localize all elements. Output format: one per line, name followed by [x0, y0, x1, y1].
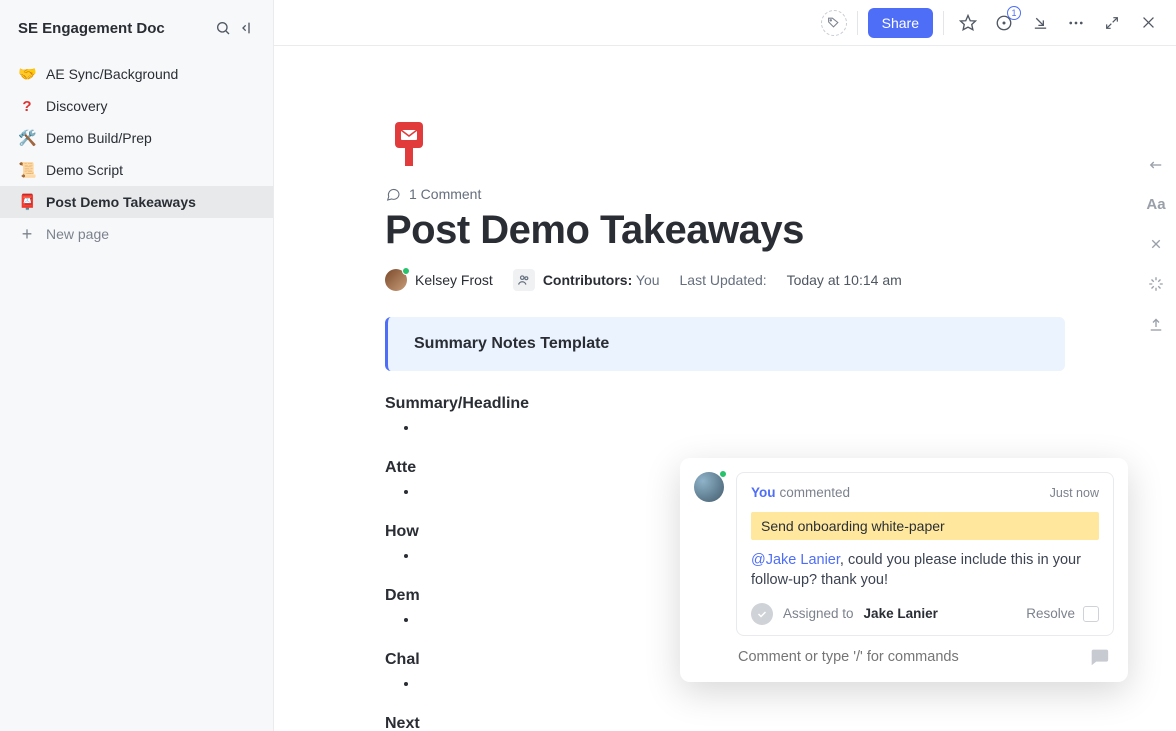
comment-popover: You commented Just now Send onboarding w…: [680, 458, 1128, 682]
tools-icon: 🛠️: [18, 129, 36, 147]
contributors-chip[interactable]: Contributors: You: [513, 269, 660, 291]
author-avatar: [385, 269, 407, 291]
resolve-control[interactable]: Resolve: [1026, 606, 1099, 622]
workspace-title: SE Engagement Doc: [18, 20, 211, 37]
sidebar-item-label: Demo Build/Prep: [46, 130, 152, 146]
sidebar: SE Engagement Doc 🤝 AE Sync/Background ?…: [0, 0, 274, 731]
assignee-name: Jake Lanier: [864, 606, 938, 621]
notification-badge: 1: [1007, 6, 1021, 20]
section-heading[interactable]: Summary/Headline: [385, 395, 1065, 413]
comment-input-row: [680, 636, 1128, 682]
sidebar-item-label: Post Demo Takeaways: [46, 194, 196, 210]
sidebar-item-label: Demo Script: [46, 162, 123, 178]
postbox-icon: 📮: [18, 193, 36, 211]
comment-timestamp: Just now: [1050, 486, 1099, 500]
page-title[interactable]: Post Demo Takeaways: [385, 208, 1065, 253]
sidebar-item-label: Discovery: [46, 98, 107, 114]
notifications-icon[interactable]: 1: [990, 9, 1018, 37]
main: Share 1: [274, 0, 1176, 731]
collapse-sidebar-icon[interactable]: [235, 16, 259, 40]
sidebar-item-demo-script[interactable]: 📜 Demo Script: [0, 154, 273, 186]
author-name: Kelsey Frost: [415, 272, 493, 288]
online-indicator: [402, 267, 410, 275]
comment-count[interactable]: 1 Comment: [385, 186, 1065, 202]
sidebar-nav: 🤝 AE Sync/Background ? Discovery 🛠️ Demo…: [0, 54, 273, 254]
mention[interactable]: @Jake Lanier: [751, 552, 840, 568]
last-updated: Last Updated: Today at 10:14 am: [680, 272, 902, 288]
meta-row: Kelsey Frost Contributors: You Last Upda…: [385, 269, 1065, 291]
divider: [943, 11, 944, 35]
page-emoji[interactable]: [385, 116, 439, 170]
question-icon: ?: [18, 98, 36, 115]
sidebar-item-post-demo[interactable]: 📮 Post Demo Takeaways: [0, 186, 273, 218]
quoted-text: Send onboarding white-paper: [751, 512, 1099, 540]
resolve-checkbox[interactable]: [1083, 606, 1099, 622]
assign-check-icon[interactable]: [751, 603, 773, 625]
comment-icon: [385, 186, 401, 202]
sidebar-item-label: New page: [46, 226, 109, 242]
close-icon[interactable]: [1134, 9, 1162, 37]
comment-card: You commented Just now Send onboarding w…: [736, 472, 1114, 636]
assignment-row: Assigned to Jake Lanier Resolve: [751, 603, 1099, 625]
sidebar-new-page[interactable]: + New page: [0, 218, 273, 250]
document-scroll[interactable]: 1 Comment Post Demo Takeaways Kelsey Fro…: [274, 46, 1176, 731]
contributors-icon: [513, 269, 535, 291]
download-icon[interactable]: [1026, 9, 1054, 37]
online-indicator: [719, 470, 727, 478]
author-chip[interactable]: Kelsey Frost: [385, 269, 493, 291]
commenter-name: You: [751, 485, 776, 500]
share-button[interactable]: Share: [868, 8, 933, 38]
divider: [857, 11, 858, 35]
sidebar-header: SE Engagement Doc: [0, 12, 273, 54]
star-icon[interactable]: [954, 9, 982, 37]
expand-icon[interactable]: [1098, 9, 1126, 37]
commenter-avatar: [694, 472, 724, 502]
send-icon[interactable]: [1088, 646, 1110, 668]
tag-button[interactable]: [821, 10, 847, 36]
topbar: Share 1: [274, 0, 1176, 46]
list-item[interactable]: [419, 419, 1065, 439]
commented-label: commented: [780, 485, 851, 500]
sidebar-item-ae-sync[interactable]: 🤝 AE Sync/Background: [0, 58, 273, 90]
scroll-icon: 📜: [18, 161, 36, 179]
more-icon[interactable]: [1062, 9, 1090, 37]
sidebar-item-label: AE Sync/Background: [46, 66, 178, 82]
comment-body: @Jake Lanier, could you please include t…: [751, 550, 1099, 591]
sidebar-item-discovery[interactable]: ? Discovery: [0, 90, 273, 122]
comment-input[interactable]: [738, 649, 1088, 665]
handshake-icon: 🤝: [18, 65, 36, 83]
sidebar-item-demo-build[interactable]: 🛠️ Demo Build/Prep: [0, 122, 273, 154]
search-icon[interactable]: [211, 16, 235, 40]
section-heading[interactable]: Next: [385, 715, 1065, 731]
callout-block[interactable]: Summary Notes Template: [385, 317, 1065, 371]
